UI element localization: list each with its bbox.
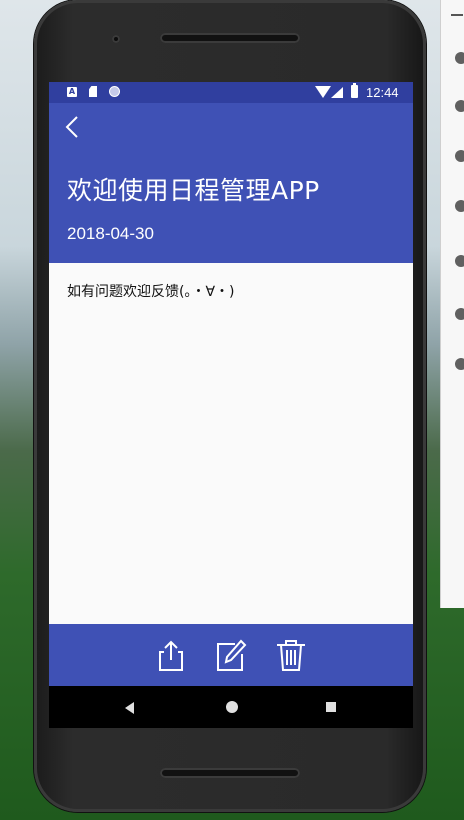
screenshot-icon[interactable] bbox=[455, 308, 464, 320]
system-nav-bar bbox=[49, 686, 413, 728]
sd-card-icon bbox=[89, 86, 97, 97]
recents-square-icon[interactable] bbox=[326, 702, 336, 712]
sync-circle-icon bbox=[109, 86, 120, 97]
status-bar: A 12:44 bbox=[49, 82, 413, 103]
zoom-icon[interactable] bbox=[455, 358, 464, 370]
delete-button[interactable] bbox=[275, 638, 307, 672]
volume-down-icon[interactable] bbox=[455, 150, 464, 162]
rotate-right-icon[interactable] bbox=[455, 255, 464, 267]
wifi-icon bbox=[315, 86, 331, 98]
cell-signal-icon bbox=[331, 87, 343, 98]
emulator-side-toolbar bbox=[440, 0, 464, 608]
schedule-date: 2018-04-30 bbox=[67, 224, 154, 243]
power-icon[interactable] bbox=[455, 52, 464, 64]
page-title: 欢迎使用日程管理APP bbox=[67, 176, 320, 205]
device-screen: A 12:44 欢迎使用日程管理APP 2018-04-30 如有问题欢迎反馈(… bbox=[49, 82, 413, 728]
minimize-icon[interactable] bbox=[451, 14, 463, 16]
front-camera bbox=[112, 35, 120, 43]
bottom-speaker bbox=[160, 768, 300, 778]
share-button[interactable] bbox=[155, 638, 187, 672]
volume-up-icon[interactable] bbox=[455, 100, 464, 112]
a-badge-icon: A bbox=[67, 87, 77, 97]
app-bar: 欢迎使用日程管理APP 2018-04-30 bbox=[49, 103, 413, 263]
home-circle-icon[interactable] bbox=[226, 701, 238, 713]
edit-button[interactable] bbox=[215, 638, 247, 672]
share-icon bbox=[159, 640, 183, 671]
bottom-action-bar bbox=[49, 624, 413, 686]
schedule-content-text: 如有问题欢迎反馈(｡・∀・) bbox=[67, 284, 235, 300]
status-time: 12:44 bbox=[366, 85, 399, 100]
trash-icon bbox=[277, 640, 305, 671]
chevron-left-icon bbox=[65, 116, 78, 138]
rotate-left-icon[interactable] bbox=[455, 200, 464, 212]
battery-charging-icon bbox=[351, 83, 358, 98]
top-speaker bbox=[160, 33, 300, 43]
edit-icon bbox=[217, 639, 247, 671]
back-triangle-icon[interactable] bbox=[125, 702, 134, 714]
back-button[interactable] bbox=[57, 111, 89, 143]
